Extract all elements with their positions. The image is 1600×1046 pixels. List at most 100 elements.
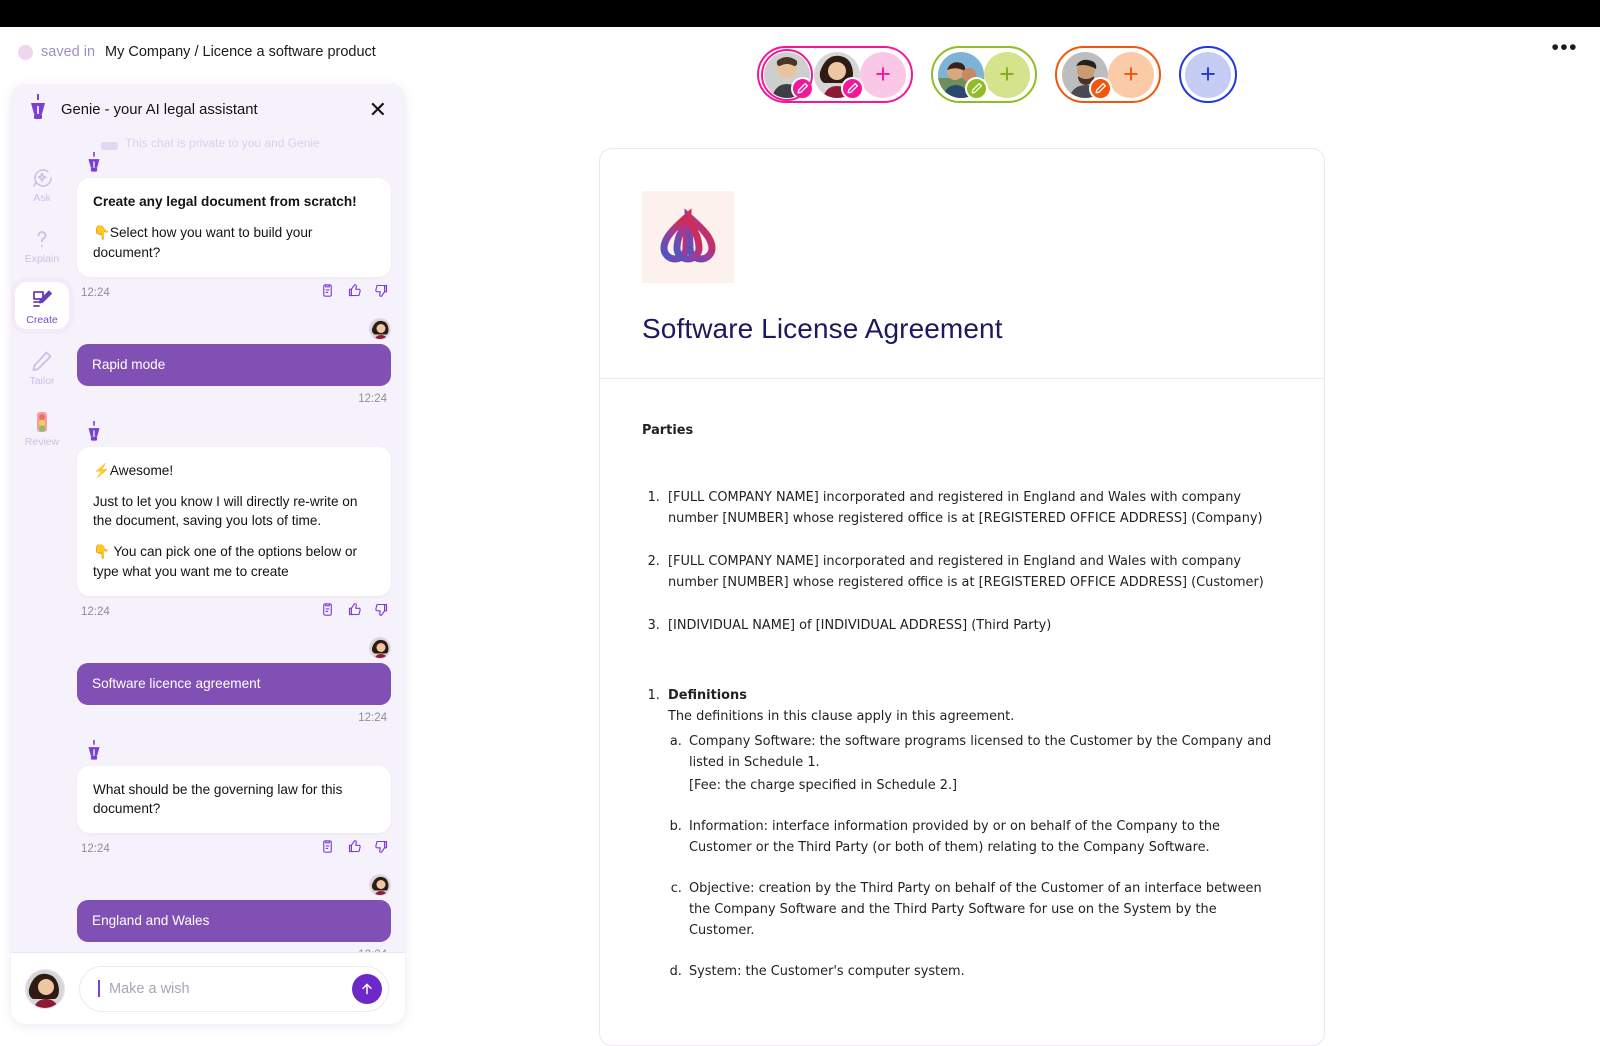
copy-icon[interactable] [320,283,335,303]
definition-extra: [Fee: the charge specified in Schedule 2… [689,776,1282,797]
sidebar-item-create[interactable]: Create [15,282,69,329]
pen-badge-icon [841,77,864,100]
collaborator-group-orange[interactable]: + [1055,46,1161,103]
collaborator-group-green[interactable]: + [931,46,1037,103]
company-logo [642,191,734,283]
message-timestamp: 12:24 [77,393,387,405]
avatar-image [764,52,810,98]
definition-text: Objective: creation by the Third Party o… [689,881,1262,938]
definition-text: Information: interface information provi… [689,819,1220,855]
message-bubble: What should be the governing law for thi… [77,766,391,834]
sidebar-item-explain[interactable]: Explain [15,221,69,268]
message-bot: What should be the governing law for thi… [77,740,391,859]
sidebar-item-ask[interactable]: Ask [15,160,69,207]
genie-avatar-icon [85,152,103,174]
breadcrumb-path[interactable]: My Company / Licence a software product [105,44,376,60]
definition-text: System: the Customer's computer system. [689,964,965,979]
add-collaborator-pink-button[interactable]: + [860,52,906,98]
genie-header: Genie - your AI legal assistant ✕ [11,84,405,136]
document-panel[interactable]: Software License Agreement Parties [FULL… [599,148,1325,1046]
sidebar-item-review[interactable]: Review [15,404,69,451]
collaborator-group-pink[interactable]: + [757,46,913,103]
chat-composer: Make a wish [11,952,405,1024]
clauses-list: Definitions The definitions in this clau… [664,686,1282,982]
message-timestamp: 12:24 [77,712,387,724]
thumbs-down-icon[interactable] [374,839,389,859]
avatar[interactable] [814,52,860,98]
chat-input-wrapper[interactable]: Make a wish [79,966,389,1012]
message-list[interactable]: Create any legal document from scratch! … [73,152,405,952]
parties-heading: Parties [642,421,1282,442]
avatar[interactable] [938,52,984,98]
close-icon[interactable]: ✕ [369,99,387,121]
add-collaborator-green-button[interactable]: + [984,52,1030,98]
question-mark-icon [30,227,54,251]
saved-status-dot [18,45,33,60]
message-timestamp: 12:24 [81,606,110,618]
genie-avatar-icon [85,421,103,443]
sidebar-item-label: Review [25,436,59,448]
avatar [25,969,65,1009]
avatar [369,637,391,659]
avatar[interactable] [1062,52,1108,98]
copy-icon[interactable] [320,602,335,622]
message-meta: 12:24 [81,603,389,621]
sidebar-item-label: Tailor [29,375,54,387]
pencil-icon [30,349,54,373]
document-header: Software License Agreement [600,149,1324,345]
send-button[interactable] [352,974,382,1004]
thumbs-up-icon[interactable] [347,839,362,859]
sidebar-item-label: Explain [25,253,59,265]
thumbs-down-icon[interactable] [374,602,389,622]
document-body[interactable]: Parties [FULL COMPANY NAME] incorporated… [600,379,1324,982]
message-line: 👇Select how you want to build your docum… [93,223,375,262]
genie-pen-logo-icon [27,94,49,127]
message-line: ⚡Awesome! [93,461,375,480]
thumbs-up-icon[interactable] [347,602,362,622]
message-bubble: Rapid mode [77,344,391,386]
collaborator-group-blue[interactable]: + [1179,46,1237,103]
list-item: Company Software: the software programs … [686,732,1282,797]
pen-badge-icon [791,77,814,100]
overflow-menu-button[interactable]: ••• [1551,42,1578,54]
copy-icon[interactable] [320,839,335,859]
avatar [369,318,391,340]
message-bot: Create any legal document from scratch! … [77,152,391,302]
avatar[interactable] [764,52,810,98]
message-line: Just to let you know I will directly re-… [93,492,375,531]
lock-icon [101,142,118,150]
add-collaborator-orange-button[interactable]: + [1108,52,1154,98]
message-line: 👇 You can pick one of the options below … [93,542,375,581]
message-meta: 12:24 [81,840,389,858]
clause-intro: The definitions in this clause apply in … [668,707,1282,728]
list-item: [FULL COMPANY NAME] incorporated and reg… [664,552,1282,594]
create-document-icon [30,288,54,312]
thumbs-down-icon[interactable] [374,283,389,303]
message-bubble: Create any legal document from scratch! … [77,178,391,277]
thumbs-up-icon[interactable] [347,283,362,303]
sidebar-item-tailor[interactable]: Tailor [15,343,69,390]
chat-input-placeholder: Make a wish [109,981,190,997]
message-bubble: England and Wales [77,900,391,942]
list-item: [FULL COMPANY NAME] incorporated and reg… [664,488,1282,530]
message-timestamp: 12:24 [81,843,110,855]
message-bubble: ⚡Awesome! Just to let you know I will di… [77,447,391,596]
add-collaborator-blue-button[interactable]: + [1185,52,1231,98]
saved-status-label: saved in [41,44,95,60]
clause-definitions: Definitions The definitions in this clau… [664,686,1282,982]
message-user: Software licence agreement 12:24 [77,637,391,724]
breadcrumb: saved in My Company / Licence a software… [18,40,376,64]
message-meta: 12:24 [81,284,389,302]
pen-badge-icon [965,77,988,100]
window-title-bar [0,0,1600,27]
genie-body: Ask Explain [11,152,405,952]
list-item: [INDIVIDUAL NAME] of [INDIVIDUAL ADDRESS… [664,616,1282,637]
ask-sparkle-icon [30,166,54,190]
avatar [369,874,391,896]
genie-mode-rail: Ask Explain [11,152,73,952]
sidebar-item-label: Create [26,314,58,326]
clause-heading: Definitions [668,686,1282,707]
page-title: Software License Agreement [642,313,1282,345]
list-item: System: the Customer's computer system. [686,962,1282,983]
genie-chat-panel: Genie - your AI legal assistant ✕ This c… [11,84,405,1024]
